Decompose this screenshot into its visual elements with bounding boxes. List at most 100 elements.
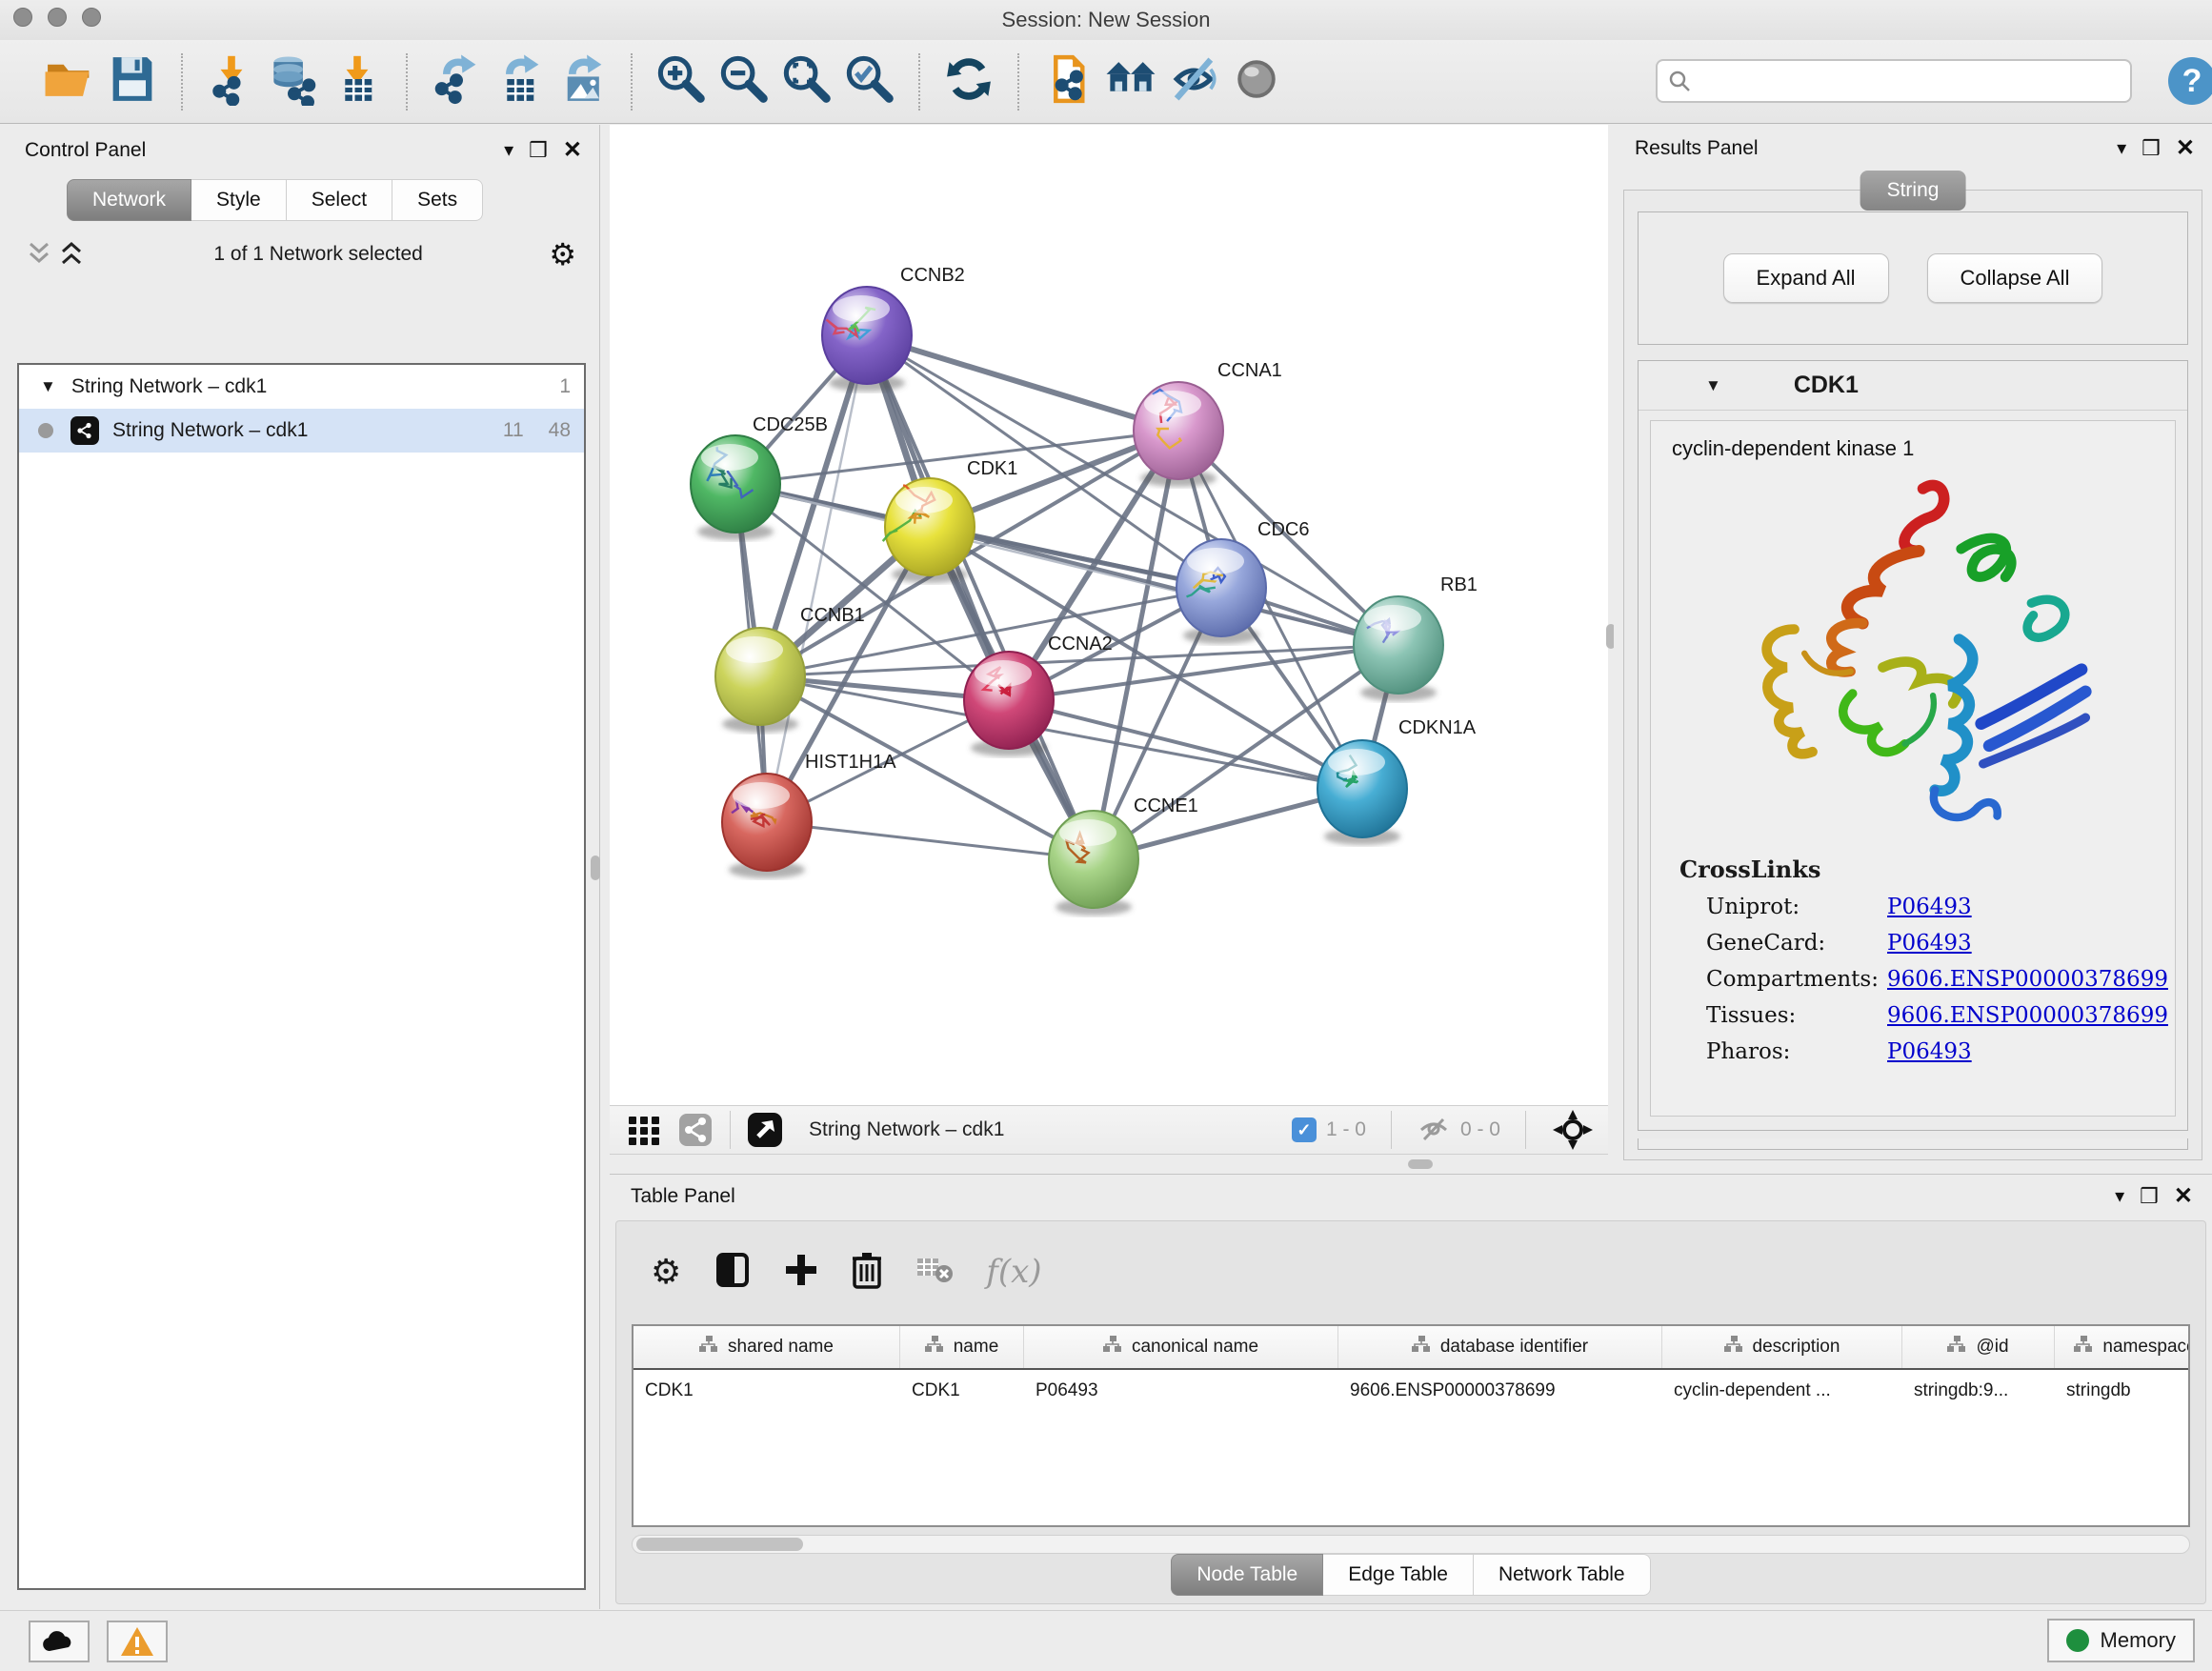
node-CCNA2[interactable] xyxy=(964,652,1054,756)
import-database-button[interactable] xyxy=(263,50,326,113)
collapse-triangle-icon[interactable]: ▼ xyxy=(40,377,56,396)
node-CCNA1[interactable] xyxy=(1134,382,1223,487)
zoom-selected-icon xyxy=(843,52,896,111)
gear-button[interactable]: ⚙ xyxy=(651,1252,681,1292)
network-share-view-icon[interactable] xyxy=(676,1111,714,1149)
grid-view-icon[interactable] xyxy=(625,1111,663,1149)
horizontal-scrollbar[interactable] xyxy=(632,1535,2190,1554)
export-image-button[interactable] xyxy=(551,50,613,113)
open-folder-button[interactable] xyxy=(38,50,101,113)
float-panel-icon[interactable]: ❒ xyxy=(2142,136,2161,161)
float-panel-icon[interactable]: ❒ xyxy=(2140,1184,2159,1209)
selected-checkbox-icon[interactable]: ✓ xyxy=(1292,1117,1317,1142)
crosslink-value[interactable]: P06493 xyxy=(1887,1039,1972,1064)
columns-button[interactable] xyxy=(714,1251,752,1294)
column-header-@id[interactable]: @id xyxy=(1902,1326,2055,1368)
search-box[interactable] xyxy=(1656,59,2132,103)
tab-network[interactable]: Network xyxy=(67,179,191,221)
crosslink-value[interactable]: 9606.ENSP00000378699 xyxy=(1887,1003,2168,1028)
function-button[interactable]: f(x) xyxy=(986,1253,1041,1291)
node-HIST1H1A[interactable] xyxy=(722,774,812,878)
network-list: ▼ String Network – cdk1 1 String Network… xyxy=(17,363,586,1590)
edge-CDK1-RB1[interactable] xyxy=(930,527,1398,645)
add-column-button[interactable] xyxy=(784,1253,818,1292)
crosslink-value[interactable]: P06493 xyxy=(1887,931,1972,956)
column-header-name[interactable]: name xyxy=(900,1326,1024,1368)
column-header-canonical-name[interactable]: canonical name xyxy=(1024,1326,1338,1368)
node-CDC25B[interactable] xyxy=(691,435,780,540)
column-header-description[interactable]: description xyxy=(1662,1326,1902,1368)
node-CCNB2[interactable] xyxy=(822,287,912,392)
edge-CCNB2-CCNA1[interactable] xyxy=(867,335,1178,431)
network-row[interactable]: String Network – cdk1 1148 xyxy=(19,409,584,453)
export-network-button[interactable] xyxy=(425,50,488,113)
memory-button[interactable]: Memory xyxy=(2047,1619,2195,1662)
float-panel-icon[interactable]: ❒ xyxy=(529,138,548,163)
scrollbar-thumb[interactable] xyxy=(636,1538,803,1551)
collapse-triangle-icon[interactable]: ▼ xyxy=(1705,376,1721,395)
hide-eye-button[interactable] xyxy=(1162,50,1225,113)
tab-select[interactable]: Select xyxy=(287,179,392,221)
tab-edge-table[interactable]: Edge Table xyxy=(1323,1554,1474,1596)
search-input[interactable] xyxy=(1692,70,2111,92)
cloud-button[interactable] xyxy=(29,1621,90,1662)
expand-all-icon[interactable] xyxy=(23,238,55,271)
node-CDKN1A[interactable] xyxy=(1317,740,1407,845)
column-header-shared-name[interactable]: shared name xyxy=(633,1326,900,1368)
column-header-database-identifier[interactable]: database identifier xyxy=(1338,1326,1662,1368)
node-CDC6[interactable] xyxy=(1176,539,1266,644)
zoom-out-button[interactable] xyxy=(713,50,775,113)
network-collection-row[interactable]: ▼ String Network – cdk1 1 xyxy=(19,365,584,409)
left-splitter-handle[interactable] xyxy=(591,856,600,880)
collapse-all-button[interactable]: Collapse All xyxy=(1927,253,2103,303)
zoom-in-button[interactable] xyxy=(650,50,713,113)
node-CCNB1[interactable] xyxy=(715,628,805,733)
tab-sets[interactable]: Sets xyxy=(392,179,483,221)
node-RB1[interactable] xyxy=(1354,596,1443,701)
bottom-splitter-handle[interactable] xyxy=(1408,1159,1433,1169)
export-table-button[interactable] xyxy=(488,50,551,113)
zoom-selected-button[interactable] xyxy=(838,50,901,113)
cdk1-section-header[interactable]: ▼ CDK1 xyxy=(1639,361,2187,411)
table-row[interactable]: CDK1CDK1P064939606.ENSP00000378699cyclin… xyxy=(633,1370,2188,1412)
close-panel-icon[interactable]: ✕ xyxy=(2176,134,2195,162)
help-button[interactable]: ? xyxy=(2168,57,2212,105)
edge-CCNB2-CCNE1[interactable] xyxy=(867,335,1094,859)
home-network-button[interactable] xyxy=(1099,50,1162,113)
tab-network-table[interactable]: Network Table xyxy=(1474,1554,1651,1596)
refresh-button[interactable] xyxy=(937,50,1000,113)
close-panel-icon[interactable]: ✕ xyxy=(2174,1182,2193,1210)
panel-menu-icon[interactable]: ▾ xyxy=(2117,136,2126,160)
gear-icon[interactable]: ⚙ xyxy=(549,239,576,270)
collapse-all-icon[interactable] xyxy=(55,238,88,271)
tab-string[interactable]: String xyxy=(1860,171,1966,211)
share-document-button[interactable] xyxy=(1036,50,1099,113)
delete-table-button[interactable] xyxy=(915,1255,954,1290)
close-panel-icon[interactable]: ✕ xyxy=(563,136,582,164)
zoom-fit-button[interactable] xyxy=(775,50,838,113)
panel-menu-icon[interactable]: ▾ xyxy=(2115,1184,2124,1208)
eye-button[interactable] xyxy=(1225,50,1288,113)
network-graph[interactable]: CCNB2CCNA1CDC25BCDK1CDC6RB1CCNB1CCNA2CDK… xyxy=(610,125,1608,1105)
column-type-icon xyxy=(1947,1336,1966,1359)
save-button[interactable] xyxy=(101,50,164,113)
crosslink-value[interactable]: P06493 xyxy=(1887,895,1972,919)
expand-all-button[interactable]: Expand All xyxy=(1723,253,1889,303)
node-CDK1[interactable] xyxy=(883,478,975,583)
network-canvas[interactable]: CCNB2CCNA1CDC25BCDK1CDC6RB1CCNB1CCNA2CDK… xyxy=(610,125,1608,1105)
column-header-namespace[interactable]: namespace xyxy=(2055,1326,2190,1368)
tab-style[interactable]: Style xyxy=(191,179,287,221)
tab-node-table[interactable]: Node Table xyxy=(1171,1554,1323,1596)
birdseye-icon[interactable] xyxy=(746,1111,784,1149)
node-CCNE1[interactable] xyxy=(1049,811,1138,916)
move-crosshair-icon[interactable] xyxy=(1551,1108,1595,1152)
warning-button[interactable] xyxy=(107,1621,168,1662)
import-table-button[interactable] xyxy=(326,50,389,113)
panel-menu-icon[interactable]: ▾ xyxy=(504,138,513,162)
import-network-button[interactable] xyxy=(200,50,263,113)
edge-CCNB2-HIST1H1A[interactable] xyxy=(767,335,867,822)
edge-HIST1H1A-CCNE1[interactable] xyxy=(767,822,1094,859)
crosslink-value[interactable]: 9606.ENSP00000378699 xyxy=(1887,967,2168,992)
delete-button[interactable] xyxy=(851,1251,883,1294)
hidden-eye-icon[interactable] xyxy=(1417,1113,1451,1147)
